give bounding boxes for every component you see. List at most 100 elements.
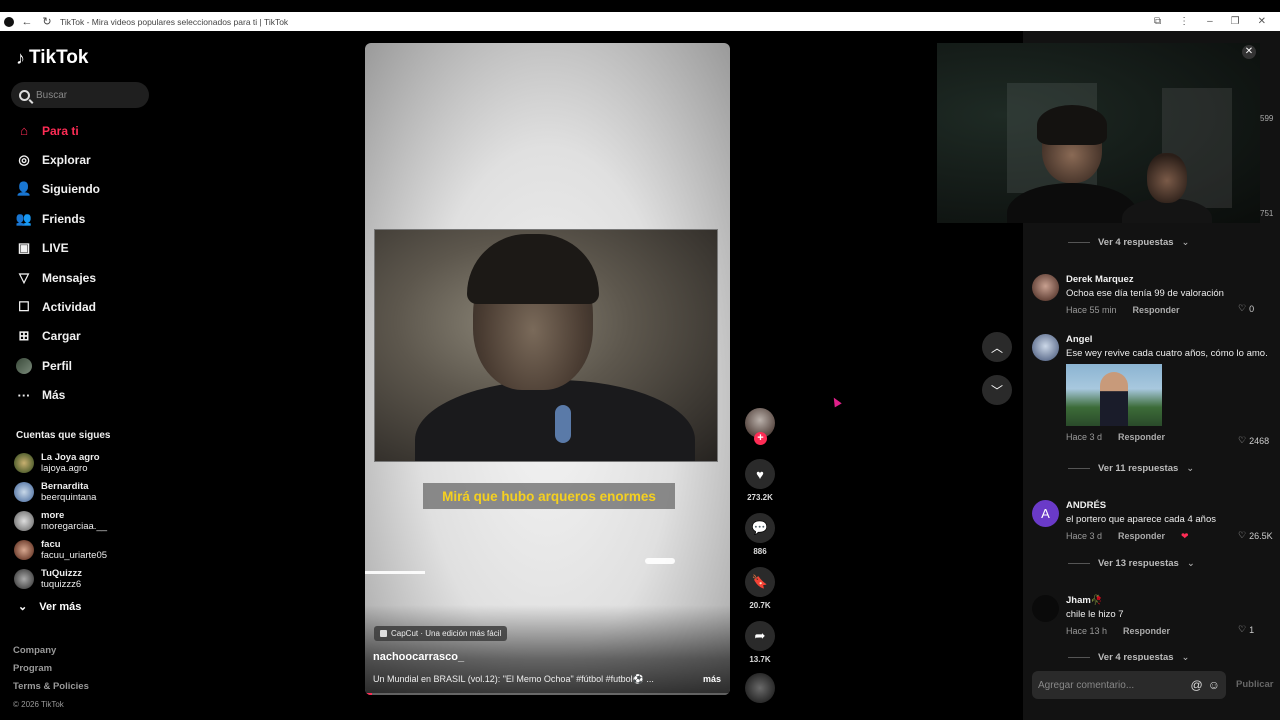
reply-button[interactable]: Responder <box>1133 305 1180 315</box>
avatar[interactable] <box>1032 274 1059 301</box>
restore-icon[interactable]: ❐ <box>1231 16 1240 27</box>
share-count: 13.7K <box>749 655 771 664</box>
partial-like-count: 599 <box>1260 114 1274 123</box>
like-button[interactable]: ♥ <box>745 459 775 489</box>
video-author[interactable]: nachoocarrasco_ <box>373 651 464 663</box>
account-handle: tuquizzz6 <box>41 579 82 591</box>
following-account[interactable]: TuQuizzz tuquizzz6 <box>14 565 154 594</box>
reply-button[interactable]: Responder <box>1118 432 1165 442</box>
browser-menu-icon[interactable]: ⋮ <box>1179 16 1189 27</box>
top-letterbox <box>0 0 1280 12</box>
more-icon: ··· <box>17 387 31 403</box>
nav-item-live[interactable]: ▣ LIVE <box>0 234 160 263</box>
minimize-icon[interactable]: – <box>1207 16 1213 27</box>
search-input[interactable]: Buscar <box>11 82 149 108</box>
account-handle: moregarciaa.__ <box>41 520 108 532</box>
following-account[interactable]: more moregarciaa.__ <box>14 506 154 535</box>
like-count: 273.2K <box>747 493 773 502</box>
video-player[interactable]: Mirá que hubo arqueros enormes CapCut · … <box>365 43 730 695</box>
save-button[interactable]: 🔖 <box>745 567 775 597</box>
extensions-icon[interactable]: ⧉ <box>1154 16 1161 27</box>
comment-like-button[interactable]: ♡ 26.5K <box>1238 530 1273 541</box>
nav-label: Explorar <box>42 153 91 168</box>
view-replies-label: Ver 11 respuestas <box>1098 463 1179 474</box>
nav-label: Actividad <box>42 300 97 315</box>
reload-icon[interactable]: ↻ <box>40 15 54 29</box>
account-handle: facuu_uriarte05 <box>41 550 108 562</box>
comment-text: el portero que aparece cada 4 años <box>1066 514 1216 525</box>
view-replies-link[interactable]: Ver 4 respuestas ⌄ <box>1068 237 1190 248</box>
music-disc[interactable] <box>745 673 775 703</box>
comment-like-count: 0 <box>1249 303 1255 314</box>
nav-item-para-ti[interactable]: ⌂ Para ti <box>0 116 160 145</box>
following-account[interactable]: facu facuu_uriarte05 <box>14 536 154 565</box>
divider <box>1068 656 1090 658</box>
live-icon: ▣ <box>17 240 31 256</box>
author-avatar[interactable]: + <box>745 408 775 445</box>
comment-like-button[interactable]: ♡ 0 <box>1238 303 1254 314</box>
comment-like-button[interactable]: ♡ 2468 <box>1238 435 1269 446</box>
add-comment-input[interactable]: Agregar comentario... @ ☺ <box>1032 671 1226 699</box>
divider <box>1068 468 1090 469</box>
footer-company-link[interactable]: Company <box>13 642 89 660</box>
following-account[interactable]: Bernardita beerquintana <box>14 477 154 506</box>
follow-plus-icon[interactable]: + <box>754 432 767 445</box>
nav-item-cargar[interactable]: ⊞ Cargar <box>0 322 160 351</box>
mention-icon[interactable]: @ <box>1191 678 1203 692</box>
nav-item-siguiendo[interactable]: 👤 Siguiendo <box>0 175 160 204</box>
comment-text: chile le hizo 7 <box>1066 609 1124 620</box>
person-face <box>1147 153 1187 203</box>
comment-like-button[interactable]: ♡ 1 <box>1238 624 1254 635</box>
reply-button[interactable]: Responder <box>1118 531 1165 542</box>
close-icon[interactable]: ✕ <box>1242 45 1256 59</box>
see-more-link[interactable]: ⌄ Ver más <box>18 600 81 614</box>
comment-author[interactable]: Jham🥀 <box>1066 595 1271 606</box>
video-caption-overlay: Mirá que hubo arqueros enormes <box>423 483 675 509</box>
comment-author[interactable]: Derek Marquez <box>1066 274 1271 285</box>
nav-item-actividad[interactable]: ☐ Actividad <box>0 292 160 321</box>
back-arrow-icon[interactable]: ← <box>20 15 34 29</box>
description-more-button[interactable]: más <box>703 674 721 684</box>
nav-item-mensajes[interactable]: ▽ Mensajes <box>0 263 160 292</box>
comment-image[interactable] <box>1066 364 1162 426</box>
comment-author[interactable]: Angel <box>1066 334 1271 345</box>
following-account[interactable]: La Joya agro lajoya.agro <box>14 448 154 477</box>
next-video-button[interactable]: ﹀ <box>982 375 1012 405</box>
comment-time: Hace 3 d <box>1066 531 1103 541</box>
save-count: 20.7K <box>749 601 771 610</box>
account-text: facu facuu_uriarte05 <box>41 539 107 561</box>
main-nav: ⌂ Para ti ◎ Explorar 👤 Siguiendo 👥 Frien… <box>0 116 160 410</box>
avatar[interactable] <box>1032 334 1059 361</box>
player-hair-shape <box>467 234 599 304</box>
video-progress-bar[interactable] <box>365 693 730 695</box>
reply-button[interactable]: Responder <box>1123 626 1170 636</box>
tiktok-logo[interactable]: ♪ TikTok <box>16 47 88 69</box>
capcut-tag[interactable]: CapCut · Una edición más fácil <box>374 626 508 641</box>
comment-author[interactable]: ANDRÉS <box>1066 500 1271 511</box>
nav-item-mas[interactable]: ··· Más <box>0 381 160 410</box>
view-replies-link[interactable]: Ver 4 respuestas ⌄ <box>1068 653 1190 661</box>
capcut-icon <box>380 630 387 637</box>
nav-item-friends[interactable]: 👥 Friends <box>0 204 160 233</box>
comment-time: Hace 13 h <box>1066 626 1108 636</box>
emoji-icon[interactable]: ☺ <box>1208 678 1220 692</box>
nav-item-explorar[interactable]: ◎ Explorar <box>0 145 160 174</box>
comment-button[interactable]: 💬 <box>745 513 775 543</box>
avatar[interactable] <box>1032 595 1059 622</box>
account-handle: beerquintana <box>41 491 97 503</box>
view-replies-link[interactable]: Ver 13 respuestas ⌄ <box>1068 558 1195 569</box>
footer-terms-link[interactable]: Terms & Policies <box>13 678 89 696</box>
account-name: more <box>41 509 65 521</box>
account-text: more moregarciaa.__ <box>41 510 107 532</box>
view-replies-link[interactable]: Ver 11 respuestas ⌄ <box>1068 463 1194 474</box>
avatar[interactable]: A <box>1032 500 1059 527</box>
avatar <box>14 569 34 590</box>
close-window-icon[interactable]: ✕ <box>1258 16 1266 27</box>
chevron-up-icon: ︿ <box>990 340 1003 355</box>
publish-button[interactable]: Publicar <box>1236 679 1274 690</box>
previous-video-button[interactable]: ︿ <box>982 332 1012 362</box>
share-button[interactable]: ➦ <box>745 621 775 651</box>
nav-item-perfil[interactable]: Perfil <box>0 351 160 380</box>
footer-program-link[interactable]: Program <box>13 660 89 678</box>
comment-text: Ese wey revive cada cuatro años, cómo lo… <box>1066 348 1268 359</box>
